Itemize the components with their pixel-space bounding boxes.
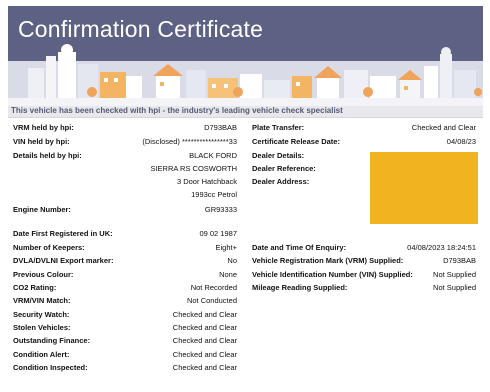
export-marker-value: No xyxy=(227,256,237,265)
dealer-reference-label: Dealer Reference: xyxy=(252,164,316,173)
vrm-supplied-value: D793BAB xyxy=(443,256,476,265)
engine-number-label: Engine Number: xyxy=(13,205,71,214)
condition-inspected-value: Checked and Clear xyxy=(172,363,237,372)
first-registered-value: 09 02 1987 xyxy=(199,229,237,238)
vin-supplied-label: Vehicle Identification Number (VIN) Supp… xyxy=(252,270,413,279)
vrm-supplied-label: Vehicle Registration Mark (VRM) Supplied… xyxy=(252,256,404,265)
vrm-held-label: VRM held by hpi: xyxy=(13,123,74,132)
plate-transfer-label: Plate Transfer: xyxy=(252,123,305,132)
previous-colour-label: Previous Colour: xyxy=(13,270,74,279)
details-line: 3 Door Hatchback xyxy=(176,177,237,186)
dealer-details-label: Dealer Details: xyxy=(252,151,305,160)
condition-alert-value: Checked and Clear xyxy=(172,350,237,359)
details-held-label: Details held by hpi: xyxy=(13,151,82,160)
stolen-vehicles-label: Stolen Vehicles: xyxy=(13,323,71,332)
details-line: BLACK FORD xyxy=(189,151,237,160)
vrm-held-value: D793BAB xyxy=(204,123,237,132)
vin-held-label: VIN held by hpi: xyxy=(13,137,70,146)
outstanding-finance-label: Outstanding Finance: xyxy=(13,336,91,345)
co2-rating-value: Not Recorded xyxy=(190,283,237,292)
security-watch-value: Checked and Clear xyxy=(172,310,237,319)
vin-supplied-value: Not Supplied xyxy=(433,270,476,279)
condition-alert-label: Condition Alert: xyxy=(13,350,70,359)
outstanding-finance-value: Checked and Clear xyxy=(172,336,237,345)
dealer-address-label: Dealer Address: xyxy=(252,177,310,186)
stolen-vehicles-value: Checked and Clear xyxy=(172,323,237,332)
enquiry-datetime-value: 04/08/2023 18:24:51 xyxy=(407,243,476,252)
enquiry-datetime-label: Date and Time Of Enquiry: xyxy=(252,243,347,252)
first-registered-label: Date First Registered in UK: xyxy=(13,229,113,238)
header-banner: Confirmation Certificate xyxy=(8,6,483,106)
certificate-release-date-label: Certificate Release Date: xyxy=(252,137,340,146)
export-marker-label: DVLA/DVLNI Export marker: xyxy=(13,256,114,265)
mileage-supplied-value: Not Supplied xyxy=(433,283,476,292)
condition-inspected-label: Condition Inspected: xyxy=(13,363,88,372)
certificate-release-date-value: 04/08/23 xyxy=(446,137,476,146)
certificate-page: Confirmation Certificate This vehicle ha… xyxy=(0,0,490,392)
co2-rating-label: CO2 Rating: xyxy=(13,283,57,292)
dealer-redaction-block xyxy=(370,152,478,224)
plate-transfer-value: Checked and Clear xyxy=(411,123,476,132)
keepers-value: Eight+ xyxy=(215,243,237,252)
engine-number-value: GR93333 xyxy=(204,205,237,214)
security-watch-label: Security Watch: xyxy=(13,310,70,319)
details-line: SIERRA RS COSWORTH xyxy=(150,164,237,173)
vin-held-value: (Disclosed) ****************33 xyxy=(142,137,237,146)
tagline-strip: This vehicle has been checked with hpi -… xyxy=(8,106,483,118)
details-line: 1993cc Petrol xyxy=(191,190,237,199)
vrm-vin-match-value: Not Conducted xyxy=(186,296,237,305)
page-title: Confirmation Certificate xyxy=(18,16,264,42)
tagline-text: This vehicle has been checked with hpi -… xyxy=(11,106,343,115)
mileage-supplied-label: Mileage Reading Supplied: xyxy=(252,283,348,292)
vrm-vin-match-label: VRM/VIN Match: xyxy=(13,296,71,305)
keepers-label: Number of Keepers: xyxy=(13,243,85,252)
previous-colour-value: None xyxy=(219,270,237,279)
